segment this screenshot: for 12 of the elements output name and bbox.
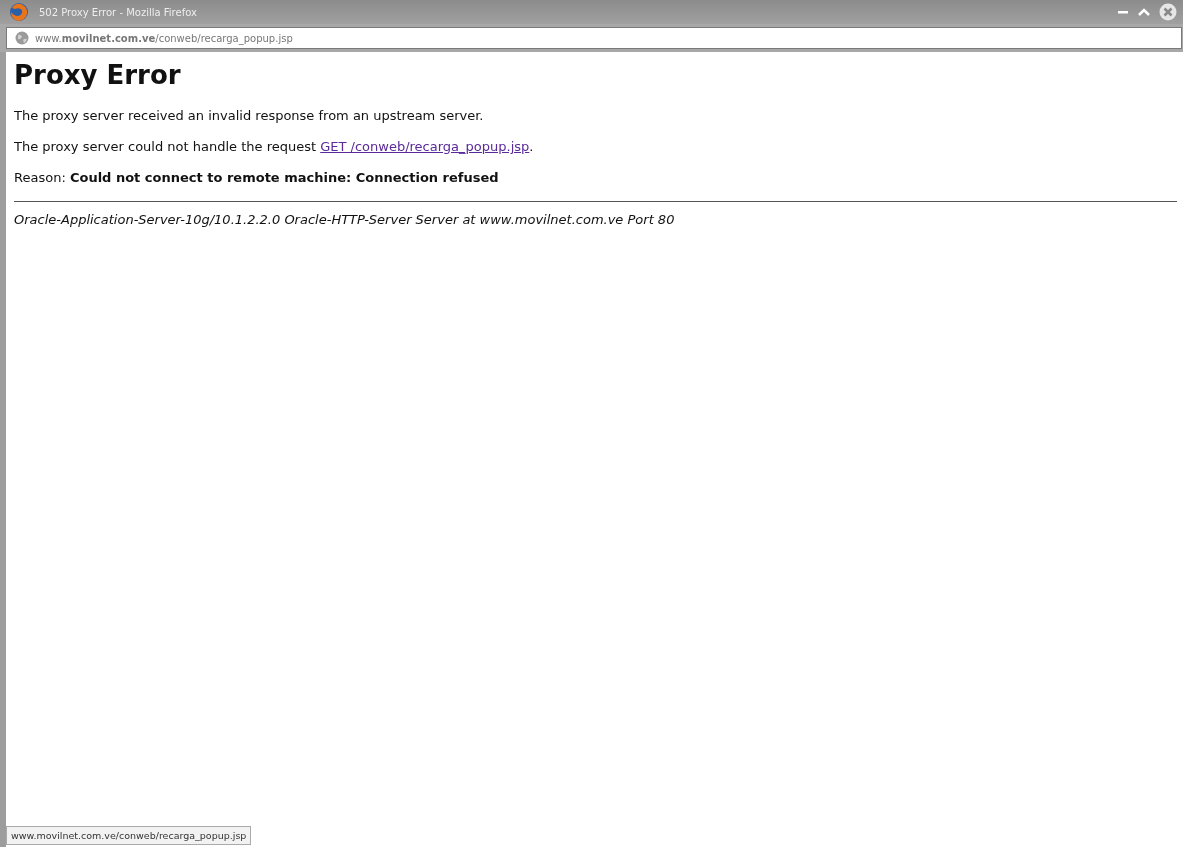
reason-message: Reason: Could not connect to remote machine: Connection refused: [14, 170, 500, 185]
close-icon[interactable]: [1159, 3, 1177, 21]
maximize-icon[interactable]: [1137, 6, 1151, 18]
address-bar[interactable]: www.movilnet.com.ve/conweb/recarga_popup.jsp: [6, 27, 1182, 49]
globe-icon: [15, 31, 29, 45]
browser-logo-icon: [9, 2, 29, 22]
error-message: The proxy server received an invalid response from an upstream server.: [14, 108, 485, 123]
link-status-tooltip: www.movilnet.com.ve/conweb/recarga_popup.jsp: [6, 826, 252, 845]
server-signature: Oracle-Application-Server-10g/10.1.2.2.0 Oracle-HTTP-Server Server at www.movilnet.com.ve Port 80: [14, 212, 676, 227]
request-message: The proxy server could not handle the request GET /conweb/recarga_popup.jsp.: [14, 139, 535, 154]
window-title: 502 Proxy Error - Mozilla Firefox: [39, 6, 197, 18]
page-heading: Proxy Error: [14, 60, 182, 90]
